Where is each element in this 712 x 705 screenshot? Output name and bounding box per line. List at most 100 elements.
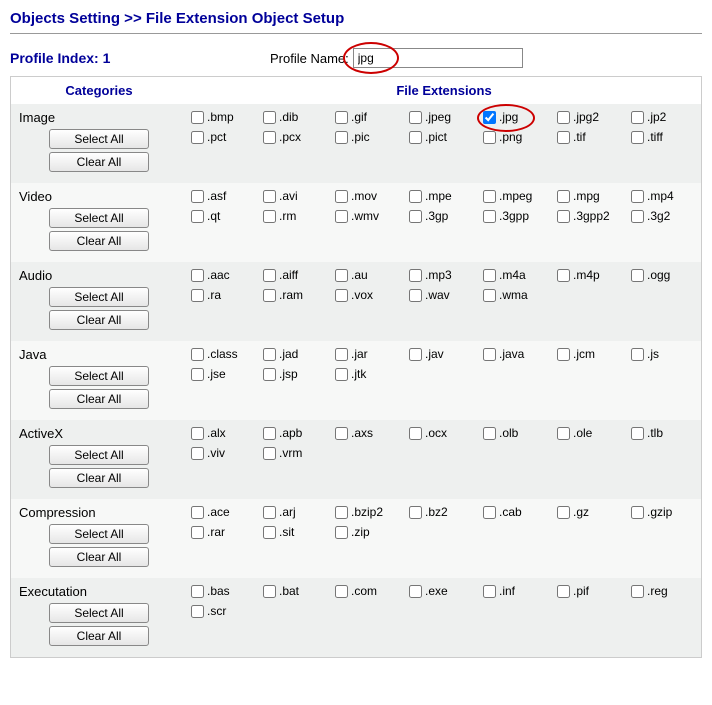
ext-checkbox-jpeg[interactable] bbox=[409, 111, 422, 124]
ext-item-3g2[interactable]: .3g2 bbox=[631, 209, 691, 223]
ext-checkbox-jcm[interactable] bbox=[557, 348, 570, 361]
ext-item-ole[interactable]: .ole bbox=[557, 426, 629, 440]
ext-checkbox-mov[interactable] bbox=[335, 190, 348, 203]
ext-item-js[interactable]: .js bbox=[631, 347, 691, 361]
ext-item-avi[interactable]: .avi bbox=[263, 189, 333, 203]
ext-checkbox-tiff[interactable] bbox=[631, 131, 644, 144]
ext-item-gif[interactable]: .gif bbox=[335, 110, 407, 124]
ext-item-wma[interactable]: .wma bbox=[483, 288, 555, 302]
ext-item-zip[interactable]: .zip bbox=[335, 525, 407, 539]
ext-checkbox-3gpp2[interactable] bbox=[557, 210, 570, 223]
ext-checkbox-asf[interactable] bbox=[191, 190, 204, 203]
ext-item-rm[interactable]: .rm bbox=[263, 209, 333, 223]
ext-item-mp4[interactable]: .mp4 bbox=[631, 189, 691, 203]
ext-checkbox-ram[interactable] bbox=[263, 289, 276, 302]
ext-item-java[interactable]: .java bbox=[483, 347, 555, 361]
ext-item-reg[interactable]: .reg bbox=[631, 584, 691, 598]
ext-item-jp2[interactable]: .jp2 bbox=[631, 110, 691, 124]
ext-item-jpg[interactable]: .jpg bbox=[483, 110, 555, 124]
ext-item-axs[interactable]: .axs bbox=[335, 426, 407, 440]
ext-checkbox-vox[interactable] bbox=[335, 289, 348, 302]
ext-checkbox-aiff[interactable] bbox=[263, 269, 276, 282]
ext-item-bzip2[interactable]: .bzip2 bbox=[335, 505, 407, 519]
ext-checkbox-alx[interactable] bbox=[191, 427, 204, 440]
ext-item-vrm[interactable]: .vrm bbox=[263, 446, 333, 460]
ext-checkbox-bas[interactable] bbox=[191, 585, 204, 598]
ext-item-mp3[interactable]: .mp3 bbox=[409, 268, 481, 282]
ext-checkbox-olb[interactable] bbox=[483, 427, 496, 440]
ext-item-ocx[interactable]: .ocx bbox=[409, 426, 481, 440]
ext-checkbox-mp3[interactable] bbox=[409, 269, 422, 282]
select-all-button-video[interactable]: Select All bbox=[49, 208, 149, 228]
ext-checkbox-gz[interactable] bbox=[557, 506, 570, 519]
ext-checkbox-jsp[interactable] bbox=[263, 368, 276, 381]
ext-checkbox-jar[interactable] bbox=[335, 348, 348, 361]
clear-all-button-audio[interactable]: Clear All bbox=[49, 310, 149, 330]
ext-checkbox-aac[interactable] bbox=[191, 269, 204, 282]
ext-item-jse[interactable]: .jse bbox=[191, 367, 261, 381]
ext-item-olb[interactable]: .olb bbox=[483, 426, 555, 440]
ext-checkbox-class[interactable] bbox=[191, 348, 204, 361]
ext-item-exe[interactable]: .exe bbox=[409, 584, 481, 598]
ext-item-bat[interactable]: .bat bbox=[263, 584, 333, 598]
ext-checkbox-zip[interactable] bbox=[335, 526, 348, 539]
ext-checkbox-gzip[interactable] bbox=[631, 506, 644, 519]
ext-item-apb[interactable]: .apb bbox=[263, 426, 333, 440]
ext-item-tiff[interactable]: .tiff bbox=[631, 130, 691, 144]
ext-checkbox-com[interactable] bbox=[335, 585, 348, 598]
ext-checkbox-vrm[interactable] bbox=[263, 447, 276, 460]
select-all-button-audio[interactable]: Select All bbox=[49, 287, 149, 307]
ext-checkbox-gif[interactable] bbox=[335, 111, 348, 124]
ext-checkbox-png[interactable] bbox=[483, 131, 496, 144]
ext-checkbox-wav[interactable] bbox=[409, 289, 422, 302]
ext-item-pif[interactable]: .pif bbox=[557, 584, 629, 598]
ext-item-mpeg[interactable]: .mpeg bbox=[483, 189, 555, 203]
profile-name-input[interactable] bbox=[353, 48, 523, 68]
clear-all-button-image[interactable]: Clear All bbox=[49, 152, 149, 172]
ext-checkbox-bz2[interactable] bbox=[409, 506, 422, 519]
ext-item-aac[interactable]: .aac bbox=[191, 268, 261, 282]
ext-checkbox-pic[interactable] bbox=[335, 131, 348, 144]
ext-checkbox-3gp[interactable] bbox=[409, 210, 422, 223]
ext-checkbox-avi[interactable] bbox=[263, 190, 276, 203]
ext-item-viv[interactable]: .viv bbox=[191, 446, 261, 460]
ext-item-tif[interactable]: .tif bbox=[557, 130, 629, 144]
ext-checkbox-pict[interactable] bbox=[409, 131, 422, 144]
ext-item-cab[interactable]: .cab bbox=[483, 505, 555, 519]
ext-checkbox-jav[interactable] bbox=[409, 348, 422, 361]
ext-item-tlb[interactable]: .tlb bbox=[631, 426, 691, 440]
ext-checkbox-ole[interactable] bbox=[557, 427, 570, 440]
ext-checkbox-sit[interactable] bbox=[263, 526, 276, 539]
ext-item-asf[interactable]: .asf bbox=[191, 189, 261, 203]
ext-checkbox-scr[interactable] bbox=[191, 605, 204, 618]
ext-item-pct[interactable]: .pct bbox=[191, 130, 261, 144]
ext-item-jad[interactable]: .jad bbox=[263, 347, 333, 361]
ext-checkbox-ace[interactable] bbox=[191, 506, 204, 519]
ext-checkbox-au[interactable] bbox=[335, 269, 348, 282]
clear-all-button-java[interactable]: Clear All bbox=[49, 389, 149, 409]
ext-checkbox-arj[interactable] bbox=[263, 506, 276, 519]
ext-item-com[interactable]: .com bbox=[335, 584, 407, 598]
ext-checkbox-3g2[interactable] bbox=[631, 210, 644, 223]
ext-item-pic[interactable]: .pic bbox=[335, 130, 407, 144]
ext-item-au[interactable]: .au bbox=[335, 268, 407, 282]
ext-checkbox-java[interactable] bbox=[483, 348, 496, 361]
ext-item-rar[interactable]: .rar bbox=[191, 525, 261, 539]
clear-all-button-activex[interactable]: Clear All bbox=[49, 468, 149, 488]
ext-checkbox-m4a[interactable] bbox=[483, 269, 496, 282]
ext-checkbox-exe[interactable] bbox=[409, 585, 422, 598]
ext-item-gz[interactable]: .gz bbox=[557, 505, 629, 519]
ext-item-pcx[interactable]: .pcx bbox=[263, 130, 333, 144]
ext-item-jar[interactable]: .jar bbox=[335, 347, 407, 361]
ext-checkbox-viv[interactable] bbox=[191, 447, 204, 460]
ext-checkbox-tlb[interactable] bbox=[631, 427, 644, 440]
ext-item-ram[interactable]: .ram bbox=[263, 288, 333, 302]
ext-checkbox-jp2[interactable] bbox=[631, 111, 644, 124]
ext-item-sit[interactable]: .sit bbox=[263, 525, 333, 539]
ext-item-bz2[interactable]: .bz2 bbox=[409, 505, 481, 519]
select-all-button-compression[interactable]: Select All bbox=[49, 524, 149, 544]
ext-checkbox-bmp[interactable] bbox=[191, 111, 204, 124]
ext-item-gzip[interactable]: .gzip bbox=[631, 505, 691, 519]
ext-checkbox-inf[interactable] bbox=[483, 585, 496, 598]
ext-checkbox-wmv[interactable] bbox=[335, 210, 348, 223]
